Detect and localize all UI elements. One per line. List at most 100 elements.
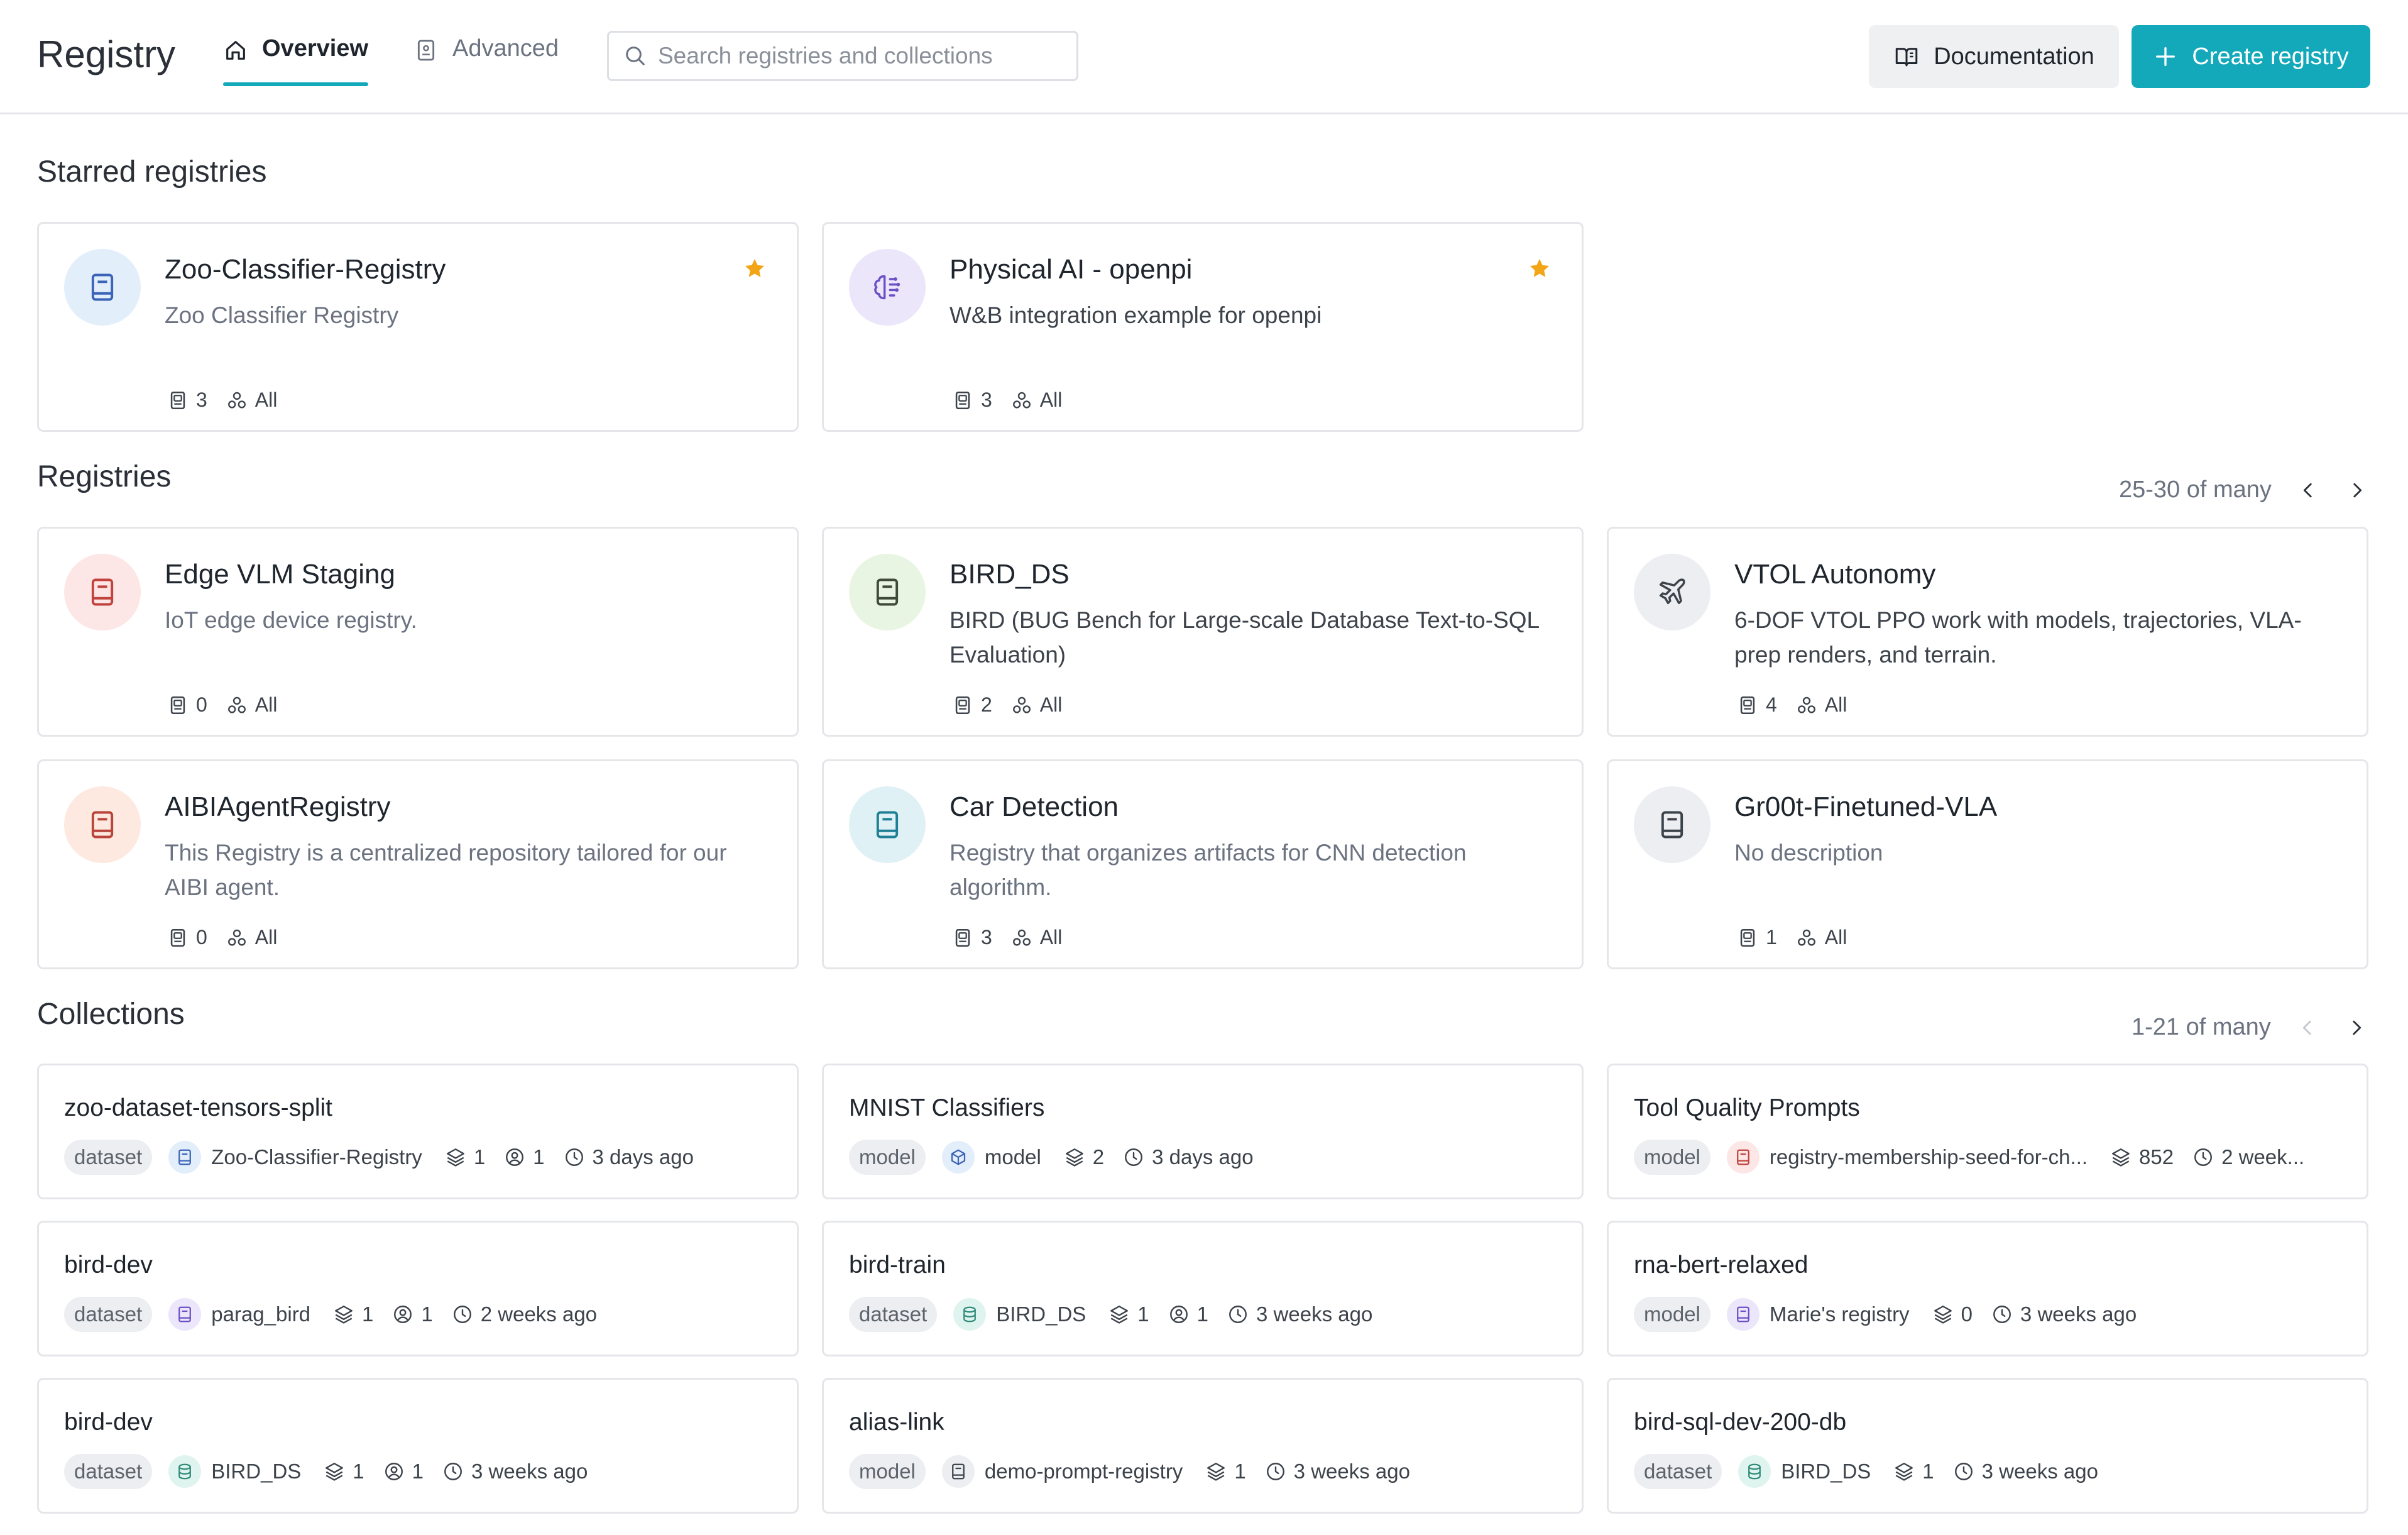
registry-name: BIRD_DS xyxy=(996,1302,1086,1326)
chevron-right-icon[interactable] xyxy=(2345,478,2370,503)
collection-card[interactable]: alias-link model demo-prompt-registry 1 … xyxy=(822,1378,1584,1514)
home-icon xyxy=(226,41,245,60)
visibility-icon xyxy=(226,695,248,716)
chevron-left-icon[interactable] xyxy=(2295,1015,2320,1040)
registry-link[interactable]: parag_bird xyxy=(168,1298,310,1331)
registry-card[interactable]: Edge VLM Staging IoT edge device registr… xyxy=(37,527,799,737)
collections-icon xyxy=(167,695,189,716)
version-count: 2 xyxy=(1092,1145,1105,1169)
registry-avatar xyxy=(64,786,141,863)
book-icon xyxy=(941,1455,975,1488)
updated-time: 3 weeks ago xyxy=(1256,1302,1373,1326)
collection-name: bird-dev xyxy=(64,1409,153,1436)
database-icon xyxy=(168,1455,202,1488)
collection-meta: model demo-prompt-registry 1 3 weeks ago xyxy=(849,1454,1557,1489)
updated-time: 3 days ago xyxy=(1152,1145,1254,1169)
registry-description: BIRD (BUG Bench for Large-scale Database… xyxy=(950,607,1539,668)
collections-icon xyxy=(1737,695,1758,716)
collection-card[interactable]: rna-bert-relaxed model Marie's registry … xyxy=(1607,1221,2368,1356)
registry-link[interactable]: BIRD_DS xyxy=(168,1455,301,1488)
registry-link[interactable]: registry-membership-seed-for-ch... xyxy=(1726,1141,2088,1174)
collection-meta: model model 2 3 days ago xyxy=(849,1140,1557,1175)
registry-meta: 3 All xyxy=(952,388,1081,412)
tab-advanced[interactable]: Advanced xyxy=(413,35,559,85)
registry-avatar xyxy=(64,249,141,326)
pagination-label: 25-30 of many xyxy=(2119,476,2272,503)
registry-name: demo-prompt-registry xyxy=(984,1460,1183,1483)
registry-name: Zoo-Classifier-Registry xyxy=(165,254,446,285)
clock-icon xyxy=(1991,1304,2013,1325)
collection-card[interactable]: bird-train dataset BIRD_DS 1 1 3 weeks a… xyxy=(822,1221,1584,1356)
book-icon xyxy=(1726,1141,1759,1174)
registry-card[interactable]: BIRD_DS BIRD (BUG Bench for Large-scale … xyxy=(822,527,1584,737)
registry-link[interactable]: BIRD_DS xyxy=(953,1298,1086,1331)
registry-description: No description xyxy=(1734,840,1883,866)
collection-card[interactable]: zoo-dataset-tensors-split dataset Zoo-Cl… xyxy=(37,1064,799,1199)
registry-card[interactable]: AIBIAgentRegistry This Registry is a cen… xyxy=(37,759,799,969)
registry-link[interactable]: model xyxy=(941,1141,1041,1174)
registry-card[interactable]: Car Detection Registry that organizes ar… xyxy=(822,759,1584,969)
visibility-label: All xyxy=(1824,926,1847,949)
registry-card[interactable]: Zoo-Classifier-Registry Zoo Classifier R… xyxy=(37,222,799,432)
top-bar: Registry Overview Advanced Documentation… xyxy=(0,0,2408,114)
collection-count: 3 xyxy=(196,388,207,411)
book-icon xyxy=(86,271,119,304)
book-icon xyxy=(86,576,119,608)
chevron-right-icon[interactable] xyxy=(2344,1015,2369,1040)
collection-meta: dataset BIRD_DS 1 3 weeks ago xyxy=(1634,1454,2341,1489)
pagination-label: 1-21 of many xyxy=(2132,1014,2271,1040)
collection-count: 3 xyxy=(981,388,992,411)
registry-meta: 3 All xyxy=(952,926,1081,949)
versions-icon xyxy=(1932,1304,1954,1325)
registry-card[interactable]: Gr00t-Finetuned-VLA No description 1 All xyxy=(1607,759,2368,969)
collection-meta: dataset parag_bird 1 1 2 weeks ago xyxy=(64,1297,772,1332)
chevron-left-icon[interactable] xyxy=(2296,478,2321,503)
registry-name: registry-membership-seed-for-ch... xyxy=(1769,1145,2088,1169)
collection-count: 0 xyxy=(196,926,207,949)
create-registry-button[interactable]: Create registry xyxy=(2132,25,2370,88)
tab-advanced-label: Advanced xyxy=(452,35,559,62)
registry-description: Registry that organizes artifacts for CN… xyxy=(950,840,1467,900)
collection-card[interactable]: bird-dev dataset parag_bird 1 1 2 weeks … xyxy=(37,1221,799,1356)
collection-card[interactable]: bird-sql-dev-200-db dataset BIRD_DS 1 3 … xyxy=(1607,1378,2368,1514)
visibility-label: All xyxy=(1039,388,1063,411)
registry-description: W&B integration example for openpi xyxy=(950,302,1322,328)
versions-icon xyxy=(1108,1304,1130,1325)
clock-icon xyxy=(1953,1461,1974,1482)
registry-card[interactable]: VTOL Autonomy 6-DOF VTOL PPO work with m… xyxy=(1607,527,2368,737)
clock-icon xyxy=(1123,1147,1144,1168)
collections-icon xyxy=(952,390,973,411)
book-icon xyxy=(1656,808,1688,841)
collection-card[interactable]: MNIST Classifiers model model 2 3 days a… xyxy=(822,1064,1584,1199)
search-input[interactable] xyxy=(658,43,1048,69)
tab-overview[interactable]: Overview xyxy=(223,35,368,86)
documentation-button[interactable]: Documentation xyxy=(1869,25,2119,88)
collection-name: alias-link xyxy=(849,1409,944,1436)
collection-meta: dataset BIRD_DS 1 1 3 weeks ago xyxy=(64,1454,772,1489)
registry-card[interactable]: Physical AI - openpi W&B integration exa… xyxy=(822,222,1584,432)
plus-icon xyxy=(2156,47,2175,67)
registry-meta: 3 All xyxy=(167,388,296,412)
versions-icon xyxy=(2110,1147,2132,1168)
versions-icon xyxy=(445,1147,466,1168)
collection-name: Tool Quality Prompts xyxy=(1634,1094,1860,1121)
book-icon xyxy=(168,1141,202,1174)
visibility-label: All xyxy=(254,926,278,949)
type-badge: model xyxy=(1634,1297,1710,1332)
type-badge: dataset xyxy=(1634,1454,1722,1489)
registry-link[interactable]: Marie's registry xyxy=(1726,1298,1910,1331)
search-box[interactable] xyxy=(607,31,1078,81)
visibility-label: All xyxy=(254,388,278,411)
page-title: Registry xyxy=(37,33,176,75)
star-icon[interactable] xyxy=(743,256,767,280)
registry-name: BIRD_DS xyxy=(950,559,1070,590)
registry-link[interactable]: BIRD_DS xyxy=(1738,1455,1871,1488)
versions-icon xyxy=(324,1461,345,1482)
registry-link[interactable]: demo-prompt-registry xyxy=(941,1455,1183,1488)
collection-meta: model Marie's registry 0 3 weeks ago xyxy=(1634,1297,2341,1332)
database-icon xyxy=(1738,1455,1771,1488)
registry-link[interactable]: Zoo-Classifier-Registry xyxy=(168,1141,422,1174)
collection-card[interactable]: Tool Quality Prompts model registry-memb… xyxy=(1607,1064,2368,1199)
star-icon[interactable] xyxy=(1528,256,1552,280)
collection-card[interactable]: bird-dev dataset BIRD_DS 1 1 3 weeks ago xyxy=(37,1378,799,1514)
